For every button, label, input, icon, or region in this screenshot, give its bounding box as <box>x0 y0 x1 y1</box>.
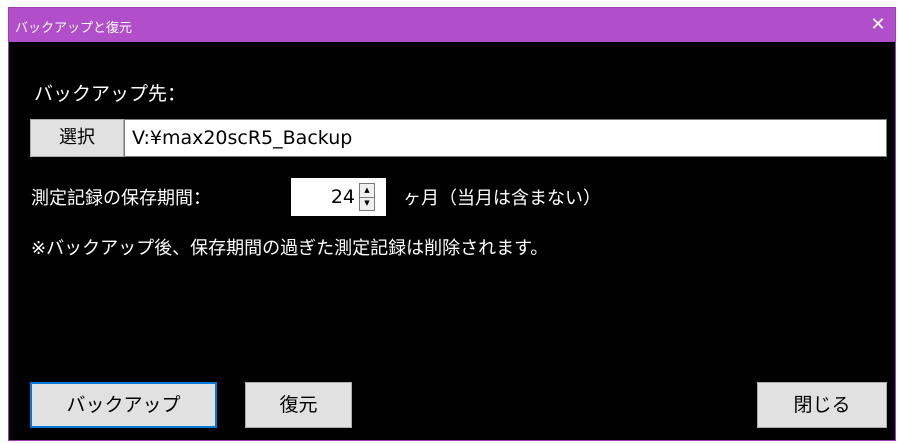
stepper-up-icon[interactable]: ▲ <box>360 184 374 198</box>
title-bar: バックアップと復元 ✕ <box>9 8 895 42</box>
retention-period-label: 測定記録の保存期間： <box>31 188 211 209</box>
stepper-down-icon[interactable]: ▼ <box>360 197 374 210</box>
backup-restore-dialog: バックアップと復元 ✕ バックアップ先： 選択 V:¥max20scR5_Bac… <box>8 7 896 441</box>
deletion-note: ※バックアップ後、保存期間の過ぎた測定記録は削除されます。 <box>31 238 549 259</box>
restore-button[interactable]: 復元 <box>245 382 352 428</box>
backup-button[interactable]: バックアップ <box>30 382 217 428</box>
close-button[interactable]: 閉じる <box>757 382 887 428</box>
window-title: バックアップと復元 <box>15 21 133 36</box>
backup-path-field[interactable]: V:¥max20scR5_Backup <box>124 119 887 157</box>
backup-destination-label: バックアップ先： <box>34 83 187 105</box>
retention-months-stepper[interactable]: 24 ▲ ▼ <box>291 178 386 216</box>
retention-unit-label: ヶ月（当月は含まない） <box>403 188 601 209</box>
stepper-buttons: ▲ ▼ <box>359 183 375 211</box>
close-icon[interactable]: ✕ <box>861 8 895 42</box>
retention-months-value[interactable]: 24 <box>291 178 355 216</box>
select-folder-button[interactable]: 選択 <box>30 119 124 157</box>
